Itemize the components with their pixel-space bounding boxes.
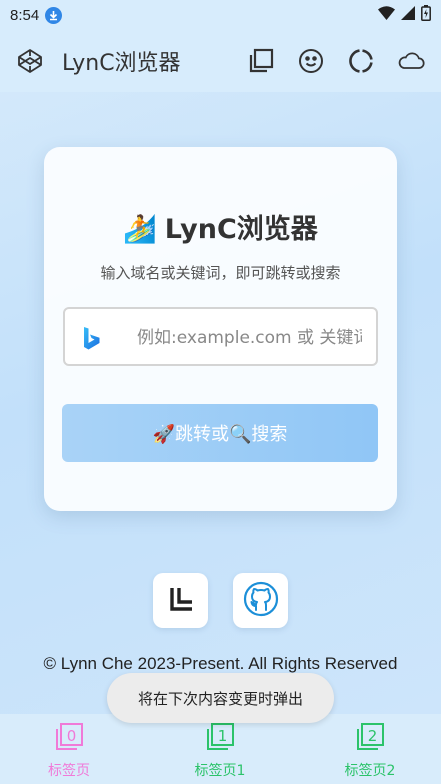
search-input[interactable]	[135, 309, 364, 366]
svg-text:0: 0	[67, 727, 77, 745]
svg-text:2: 2	[368, 727, 378, 745]
loading-ring-icon[interactable]	[347, 47, 375, 75]
tab-0-label: 标签页	[48, 763, 90, 779]
tab-2-icon: 2	[357, 723, 384, 750]
signal-icon	[401, 6, 415, 24]
bing-icon[interactable]	[83, 326, 101, 350]
status-bar: 8:54	[0, 0, 441, 30]
jump-or-search-button[interactable]: 🚀跳转或🔍搜索	[62, 404, 378, 462]
download-icon	[45, 6, 63, 24]
battery-icon	[421, 5, 431, 25]
tab-2[interactable]: 2 标签页2	[320, 722, 420, 780]
copyright-text: © Lynn Che 2023-Present. All Rights Rese…	[43, 654, 398, 673]
app-bar: LynC浏览器	[0, 30, 441, 92]
app-title: LynC浏览器	[62, 51, 181, 76]
tab-1[interactable]: 1 标签页1	[170, 722, 270, 780]
tab-1-icon: 1	[207, 723, 234, 750]
tab-0-icon: 0	[56, 723, 83, 750]
tab-1-label: 标签页1	[194, 763, 246, 779]
status-time: 8:54	[10, 6, 40, 24]
github-icon	[243, 581, 279, 621]
toast-message: 将在下次内容变更时弹出	[107, 673, 334, 723]
card-title: 🏄 LynC浏览器	[44, 207, 397, 246]
codepen-icon[interactable]	[16, 47, 44, 75]
tab-2-label: 标签页2	[344, 763, 396, 779]
l-logo-button[interactable]	[153, 573, 208, 628]
wifi-icon	[378, 6, 395, 24]
copy-icon[interactable]	[247, 47, 275, 75]
card-title-text: LynC浏览器	[164, 214, 318, 245]
card-subtitle: 输入域名或关键词，即可跳转或搜索	[100, 264, 341, 282]
svg-text:1: 1	[218, 727, 228, 745]
smiley-icon[interactable]	[297, 47, 325, 75]
tab-0[interactable]: 0 标签页	[19, 722, 119, 780]
tab-bar: 0 标签页 1 标签页1 2 标签页2	[0, 714, 441, 784]
search-card: 🏄LynC浏览器 输入域名或关键词，即可跳转或搜索 🚀跳转或🔍搜索	[44, 147, 397, 511]
l-logo-icon	[167, 585, 195, 617]
cloud-icon[interactable]	[397, 47, 425, 75]
surfer-emoji: 🏄	[123, 214, 157, 245]
github-button[interactable]	[233, 573, 288, 628]
search-box[interactable]	[63, 307, 378, 366]
